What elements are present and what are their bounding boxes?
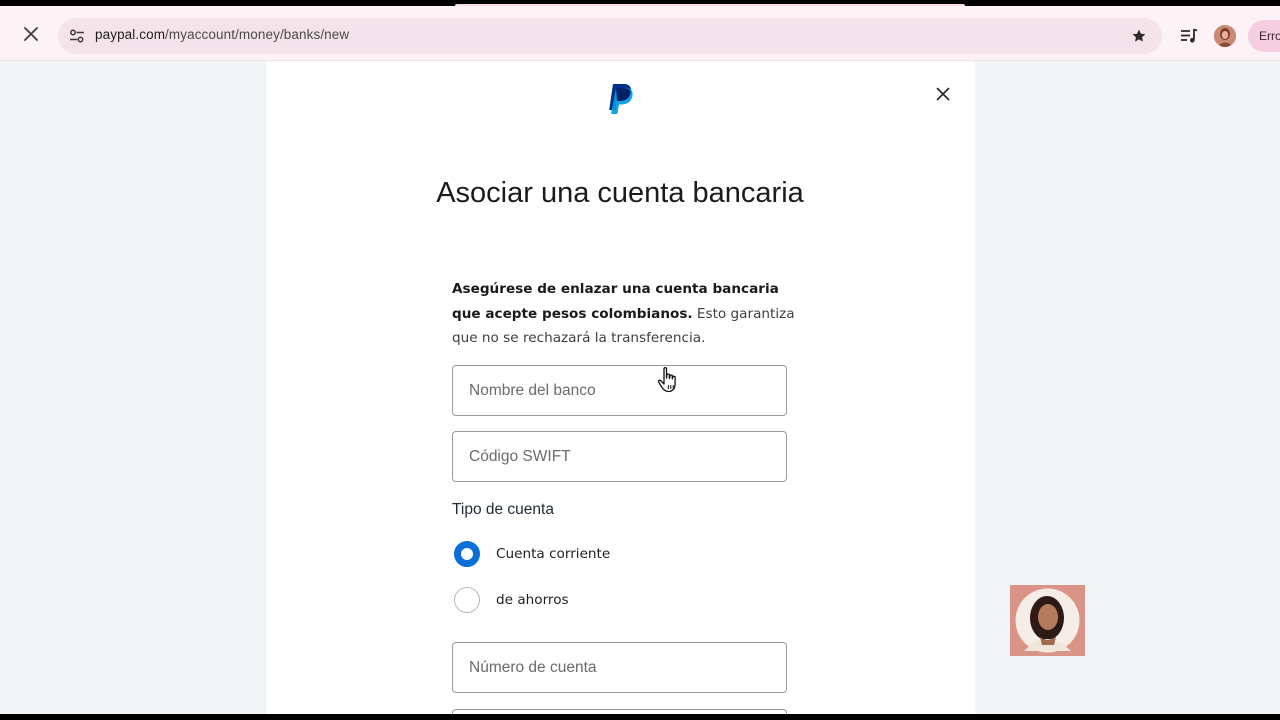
close-icon <box>24 27 38 41</box>
account-number-input[interactable] <box>453 643 786 692</box>
media-queue-icon <box>1181 28 1198 43</box>
url-host: paypal.com <box>95 27 166 42</box>
currency-notice: Asegúrese de enlazar una cuenta bancaria… <box>452 277 796 351</box>
swift-code-input[interactable] <box>453 432 786 481</box>
stop-loading-button[interactable] <box>18 21 44 47</box>
site-info-button[interactable] <box>64 23 90 49</box>
star-icon <box>1132 29 1146 42</box>
account-type-checking-label: Cuenta corriente <box>496 546 611 562</box>
account-type-label: Tipo de cuenta <box>452 501 554 518</box>
bookmark-button[interactable] <box>1126 23 1152 49</box>
tune-icon <box>70 29 84 43</box>
page-title: Asociar una cuenta bancaria <box>436 177 804 209</box>
profile-avatar[interactable] <box>1214 25 1236 47</box>
screen: paypal.com/myaccount/money/banks/new Err… <box>0 0 1280 714</box>
bank-name-field <box>452 365 787 416</box>
url-path: /myaccount/money/banks/new <box>165 27 350 42</box>
account-type-savings-radio[interactable] <box>454 587 480 613</box>
webcam-overlay <box>1010 585 1085 656</box>
avatar-image <box>1214 25 1236 47</box>
bank-name-input[interactable] <box>453 366 786 415</box>
presenter-image <box>1010 585 1085 656</box>
browser-toolbar: paypal.com/myaccount/money/banks/new Err… <box>0 6 1280 61</box>
account-type-checking-option[interactable]: Cuenta corriente <box>454 539 610 569</box>
close-dialog-button[interactable] <box>931 82 955 106</box>
account-type-checking-radio[interactable] <box>454 541 480 567</box>
account-type-savings-label: de ahorros <box>496 592 569 608</box>
account-type-savings-option[interactable]: de ahorros <box>454 585 569 615</box>
bank-link-dialog: Asociar una cuenta bancaria Asegúrese de… <box>266 61 975 714</box>
address-bar[interactable]: paypal.com/myaccount/money/banks/new <box>58 18 1162 54</box>
close-icon <box>936 87 950 101</box>
media-control-button[interactable] <box>1176 23 1202 49</box>
error-chip[interactable]: Erro <box>1248 20 1280 52</box>
paypal-logo <box>609 84 633 114</box>
url-text[interactable]: paypal.com/myaccount/money/banks/new <box>95 27 349 42</box>
account-number-field <box>452 642 787 693</box>
bottom-letterbox <box>0 714 1280 720</box>
swift-code-field <box>452 431 787 482</box>
